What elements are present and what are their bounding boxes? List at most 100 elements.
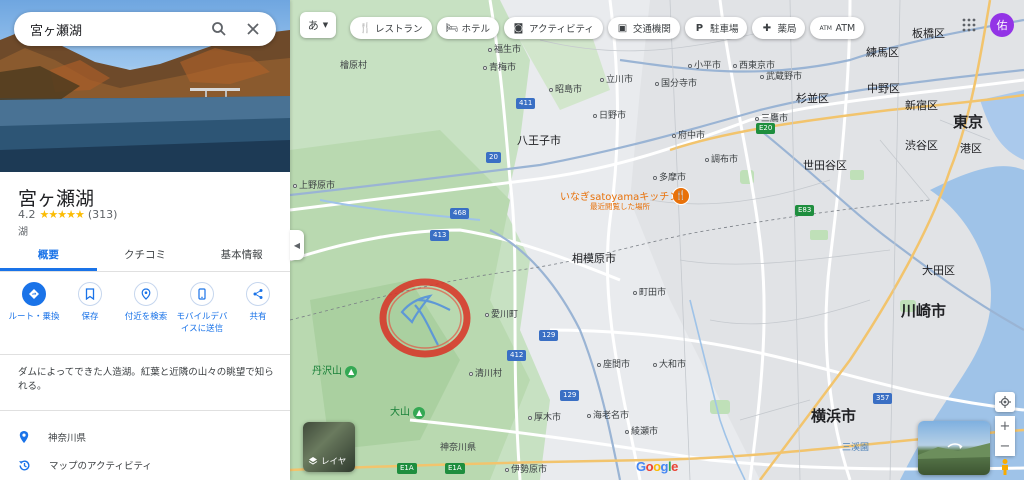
map-activity-text: マップのアクティビティ xyxy=(49,461,152,472)
review-count[interactable]: (313) xyxy=(88,208,118,221)
action-buttons: ルート・乗換 保存 付近を検索 モバイルデバイスに送信 共有 xyxy=(6,282,286,335)
collapse-panel-button[interactable]: ◀ xyxy=(290,230,304,260)
my-location-icon xyxy=(999,396,1011,408)
input-method-toggle[interactable]: あ ▼ xyxy=(300,12,336,38)
chip-transit[interactable]: ▣ 交通機関 xyxy=(607,17,680,39)
route-shield: E20 xyxy=(756,123,776,134)
tab-about[interactable]: 基本情報 xyxy=(193,240,290,271)
close-icon xyxy=(247,23,259,35)
map-label-isehara: 伊勢原市 xyxy=(505,462,547,475)
zoom-controls: + − xyxy=(995,416,1015,456)
pegman-icon[interactable] xyxy=(997,458,1013,476)
chip-parking[interactable]: P 駐車場 xyxy=(684,17,748,39)
map-label-suginami: 杉並区 xyxy=(796,92,829,105)
search-button[interactable] xyxy=(206,16,232,42)
chip-activities[interactable]: ◙ アクティビティ xyxy=(504,17,603,39)
route-shield: 468 xyxy=(450,208,470,219)
divider xyxy=(0,410,290,411)
nearby-icon xyxy=(141,288,151,300)
map-label-tachikawa: 立川市 xyxy=(600,72,633,85)
location-pin-icon xyxy=(19,431,29,443)
directions-button[interactable]: ルート・乗換 xyxy=(6,282,62,335)
map-label-minato: 港区 xyxy=(960,142,982,155)
map-label-kokubunji: 国分寺市 xyxy=(655,76,697,89)
category-chips: 🍴 レストラン 🛏 ホテル ◙ アクティビティ ▣ 交通機関 P 駐車場 ✚ 薬局 ATM A… xyxy=(350,17,865,39)
map-label-ome: 青梅市 xyxy=(483,60,516,73)
directions-label: ルート・乗換 xyxy=(8,312,60,322)
place-description: ダムによってできた人造湖。紅葉と近隣の山々の眺望で知られる。 xyxy=(18,367,274,392)
search-nearby-label: 付近を検索 xyxy=(124,312,168,322)
layers-button[interactable]: レイヤ xyxy=(303,422,355,472)
tab-reviews[interactable]: クチコミ xyxy=(97,240,194,271)
clear-search-button[interactable] xyxy=(240,16,266,42)
map-label-kodaira: 小平市 xyxy=(688,58,721,71)
place-title: 宮ヶ瀬湖 xyxy=(18,188,95,210)
map-label-hino: 日野市 xyxy=(593,108,626,121)
search-box[interactable]: 宮ヶ瀬湖 xyxy=(14,12,276,46)
apps-grid-icon[interactable] xyxy=(962,18,976,32)
user-avatar[interactable]: 佑 xyxy=(990,13,1014,37)
map-label-tama: 多摩市 xyxy=(653,170,686,183)
ime-label: あ xyxy=(307,19,319,32)
route-shield: E83 xyxy=(795,205,815,216)
star-rating-icon: ★★★★★ xyxy=(39,208,85,221)
search-query[interactable]: 宮ヶ瀬湖 xyxy=(30,20,198,39)
map-label-tanzawa: 丹沢山 ▲ xyxy=(312,362,358,378)
map-label-fuchu: 府中市 xyxy=(672,128,705,141)
tab-overview[interactable]: 概要 xyxy=(0,240,97,271)
route-shield: 129 xyxy=(560,390,580,401)
share-label: 共有 xyxy=(249,312,267,322)
rating-row[interactable]: 4.2 ★★★★★ (313) xyxy=(18,208,117,221)
divider xyxy=(0,354,290,355)
map-label-hinohara: 檜原村 xyxy=(340,61,368,71)
route-shield: 357 xyxy=(873,393,893,404)
chip-pharmacy[interactable]: ✚ 薬局 xyxy=(752,17,806,39)
zoom-in-button[interactable]: + xyxy=(995,416,1015,436)
map-activity-row[interactable]: マップのアクティビティ xyxy=(18,458,152,472)
route-shield: E1A xyxy=(397,463,417,474)
share-icon xyxy=(253,289,263,299)
google-logo: Google xyxy=(636,459,678,474)
map-label-kanagawa: 神奈川県 xyxy=(440,443,477,453)
route-shield: E1A xyxy=(445,463,465,474)
map-label-shibuya: 渋谷区 xyxy=(905,139,938,152)
place-category[interactable]: 湖 xyxy=(18,223,28,238)
chip-atm[interactable]: ATM ATM xyxy=(810,17,865,39)
chip-hotels[interactable]: 🛏 ホテル xyxy=(436,17,500,39)
map-label-nishitokyo: 西東京市 xyxy=(733,58,775,71)
map-label-ayase: 綾瀬市 xyxy=(625,424,658,437)
transit-icon: ▣ xyxy=(617,22,628,34)
phone-icon xyxy=(198,288,206,300)
map-label-atsugi: 厚木市 xyxy=(528,410,561,423)
chevron-left-icon: ◀ xyxy=(293,240,301,250)
save-label: 保存 xyxy=(81,312,99,322)
map-label-tokyo: 東京 xyxy=(953,113,984,131)
street-view-thumbnail xyxy=(918,443,990,459)
caret-down-icon: ▼ xyxy=(322,21,329,29)
map-label-machida: 町田市 xyxy=(633,285,666,298)
map-label-fussa: 福生市 xyxy=(488,42,521,55)
search-nearby-button[interactable]: 付近を検索 xyxy=(118,282,174,335)
my-location-button[interactable] xyxy=(995,392,1015,412)
save-button[interactable]: 保存 xyxy=(62,282,118,335)
parking-icon: P xyxy=(695,22,704,34)
layers-label: レイヤ xyxy=(321,457,347,467)
layers-icon xyxy=(308,457,318,465)
map-label-ota: 大田区 xyxy=(922,264,955,277)
bookmark-icon xyxy=(85,288,95,300)
chip-restaurants[interactable]: 🍴 レストラン xyxy=(350,17,432,39)
map-label-kawasaki: 川崎市 xyxy=(901,302,947,320)
street-view-preview[interactable] xyxy=(918,421,990,475)
map-label-ebina: 海老名市 xyxy=(587,408,629,421)
zoom-out-button[interactable]: − xyxy=(995,436,1015,456)
route-shield: 129 xyxy=(539,330,559,341)
place-panel: 宮ヶ瀬湖 宮ヶ瀬湖 4.2 ★★★★★ (313) 湖 概要 クチコミ 基本情報 xyxy=(0,0,290,480)
map-label-aikawa: 愛川町 xyxy=(485,307,518,320)
plus-icon: + xyxy=(999,418,1011,434)
map-label-setagaya: 世田谷区 xyxy=(803,159,847,172)
pharmacy-icon: ✚ xyxy=(762,22,772,34)
share-button[interactable]: 共有 xyxy=(230,282,286,335)
send-to-phone-button[interactable]: モバイルデバイスに送信 xyxy=(174,282,230,335)
address-row[interactable]: 神奈川県 xyxy=(18,430,86,444)
map-label-itabashi: 板橋区 xyxy=(912,27,945,40)
